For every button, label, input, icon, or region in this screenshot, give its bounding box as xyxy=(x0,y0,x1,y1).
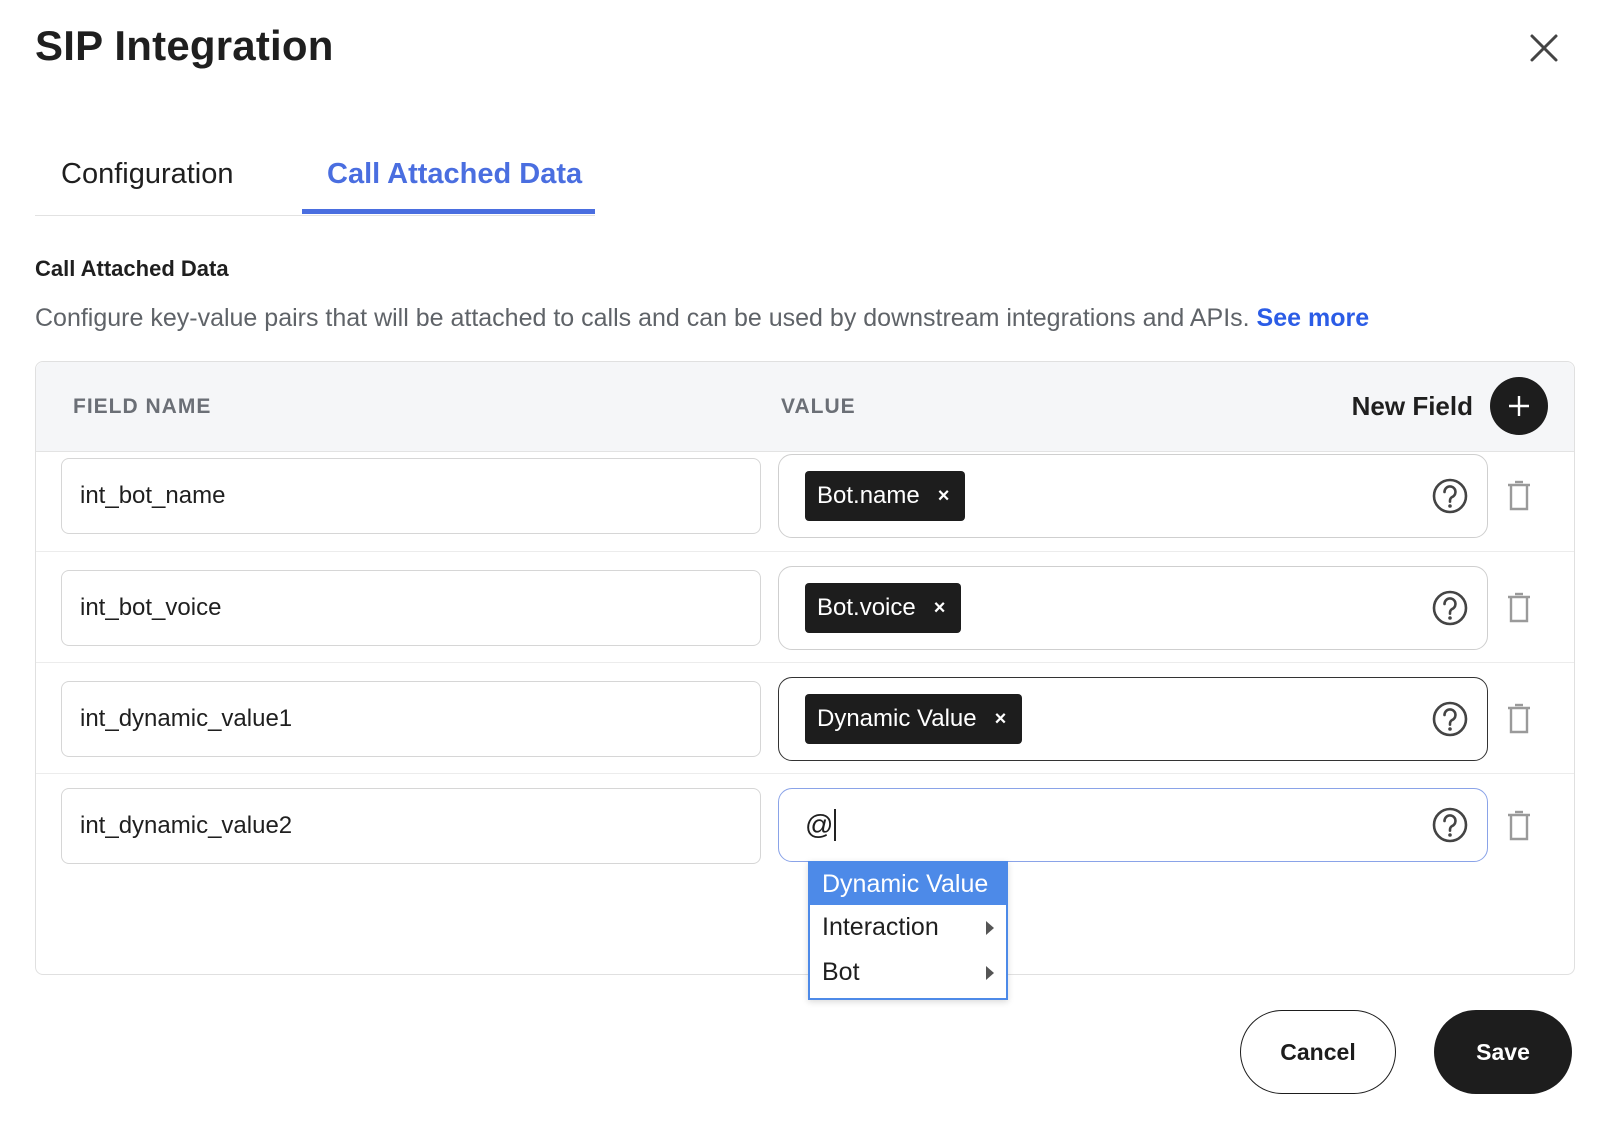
text-caret xyxy=(834,809,837,841)
chip-remove-icon[interactable]: × xyxy=(938,485,950,508)
help-icon[interactable] xyxy=(1431,589,1469,627)
field-name-input[interactable]: int_dynamic_value1 xyxy=(61,681,761,757)
dropdown-item-label: Bot xyxy=(822,958,860,986)
table-header: FIELD NAME VALUE New Field xyxy=(36,362,1574,452)
tab-bar: Configuration Call Attached Data xyxy=(35,150,595,216)
value-typed-text: @ xyxy=(805,809,834,840)
value-chip-label: Bot.voice xyxy=(817,594,916,621)
field-name-input[interactable]: int_bot_voice xyxy=(61,570,761,646)
save-button[interactable]: Save xyxy=(1434,1010,1572,1094)
value-input[interactable]: Bot.name × xyxy=(778,454,1488,538)
submenu-arrow-icon xyxy=(986,920,994,935)
value-input[interactable]: @ xyxy=(778,788,1488,862)
value-text-input: @ xyxy=(805,809,837,841)
help-icon[interactable] xyxy=(1431,806,1469,844)
row-divider xyxy=(36,662,1574,663)
new-field-button[interactable]: New Field xyxy=(1352,377,1548,435)
row-divider xyxy=(36,773,1574,774)
chip-remove-icon[interactable]: × xyxy=(934,597,946,620)
trash-icon[interactable] xyxy=(1505,810,1533,842)
trash-icon[interactable] xyxy=(1505,703,1533,735)
trash-icon[interactable] xyxy=(1505,592,1533,624)
section-description-text: Configure key-value pairs that will be a… xyxy=(35,304,1250,332)
dropdown-item-dynamic-value[interactable]: Dynamic Value xyxy=(810,863,1006,905)
value-chip: Bot.voice × xyxy=(805,583,962,633)
dialog-title: SIP Integration xyxy=(35,22,334,69)
dropdown-item-interaction[interactable]: Interaction xyxy=(810,905,1006,950)
submenu-arrow-icon xyxy=(986,965,994,980)
plus-icon xyxy=(1490,377,1548,435)
help-icon[interactable] xyxy=(1431,477,1469,515)
tab-configuration[interactable]: Configuration xyxy=(61,158,234,191)
close-icon xyxy=(1530,34,1558,62)
value-chip-label: Dynamic Value xyxy=(817,705,977,732)
trash-icon[interactable] xyxy=(1505,480,1533,512)
cancel-button[interactable]: Cancel xyxy=(1240,1010,1396,1094)
value-chip: Dynamic Value × xyxy=(805,694,1023,744)
new-field-label: New Field xyxy=(1351,390,1473,421)
call-attached-data-table: FIELD NAME VALUE New Field int_bot_name … xyxy=(35,361,1575,975)
value-chip-label: Bot.name xyxy=(817,482,920,509)
dropdown-item-label: Interaction xyxy=(822,913,939,941)
field-name-input[interactable]: int_dynamic_value2 xyxy=(61,788,761,864)
dynamic-value-dropdown: Dynamic Value Interaction Bot xyxy=(808,861,1008,1000)
value-input[interactable]: Bot.voice × xyxy=(778,566,1488,650)
see-more-link[interactable]: See more xyxy=(1257,304,1370,332)
help-icon[interactable] xyxy=(1431,700,1469,738)
close-button[interactable] xyxy=(1526,30,1562,66)
dropdown-item-bot[interactable]: Bot xyxy=(810,950,1006,995)
tab-call-attached-data[interactable]: Call Attached Data xyxy=(327,158,582,191)
value-input[interactable]: Dynamic Value × xyxy=(778,677,1488,761)
section-description: Configure key-value pairs that will be a… xyxy=(35,304,1369,333)
dropdown-item-label: Dynamic Value xyxy=(822,869,989,898)
active-tab-indicator xyxy=(302,209,595,214)
chip-remove-icon[interactable]: × xyxy=(995,708,1007,731)
section-title: Call Attached Data xyxy=(35,256,229,281)
column-header-field-name: FIELD NAME xyxy=(73,395,212,418)
row-divider xyxy=(36,551,1574,552)
column-header-value: VALUE xyxy=(781,395,856,418)
field-name-input[interactable]: int_bot_name xyxy=(61,458,761,534)
value-chip: Bot.name × xyxy=(805,471,966,521)
